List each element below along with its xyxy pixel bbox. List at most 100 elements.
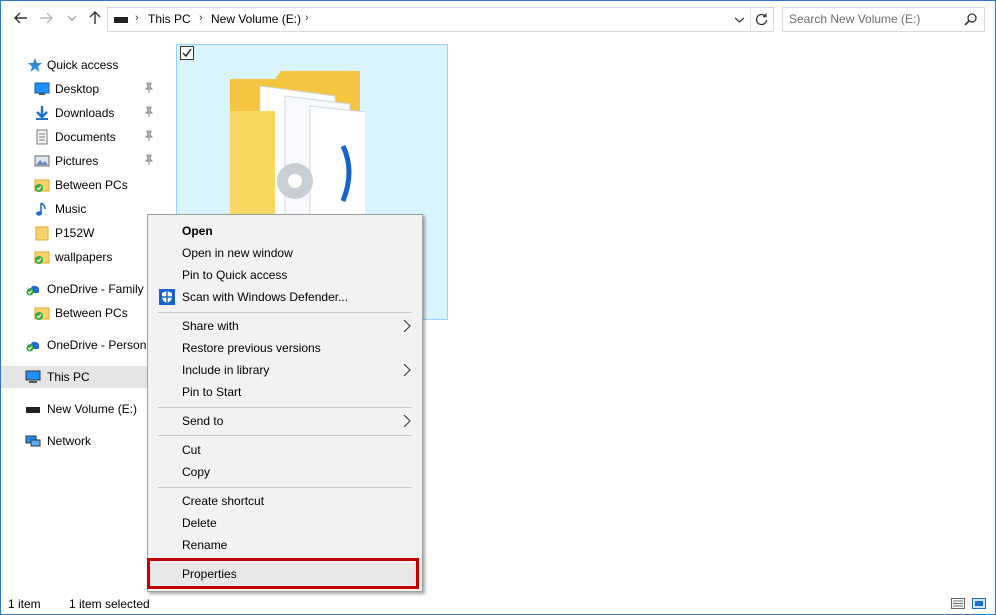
downloads-icon (36, 106, 48, 120)
menu-item-label: Create shortcut (182, 494, 265, 508)
checkmark-icon (182, 48, 192, 58)
forward-arrow-icon (40, 12, 53, 24)
status-selection: 1 item selected (69, 597, 150, 611)
menu-item-rename[interactable]: Rename (148, 534, 422, 556)
chevron-right-icon (403, 364, 411, 376)
nav-onedrive-personal[interactable]: OneDrive - Persona (1, 334, 161, 356)
nav-label: Pictures (55, 154, 99, 168)
nav-item-downloads[interactable]: Downloads (1, 102, 161, 124)
nav-item-music[interactable]: Music (1, 198, 161, 220)
menu-item-label: Include in library (182, 363, 270, 377)
nav-item-documents[interactable]: Documents (1, 126, 161, 148)
breadcrumb-new-volume[interactable]: New Volume (E:) (211, 12, 301, 26)
menu-separator (158, 435, 412, 436)
breadcrumb-separator[interactable]: › (135, 12, 139, 24)
menu-item-copy[interactable]: Copy (148, 461, 422, 483)
nav-label: OneDrive - Family (47, 282, 144, 296)
synced-folder-icon (34, 307, 50, 320)
nav-label: Network (47, 434, 92, 448)
menu-item-label: Open (182, 224, 213, 238)
menu-separator (158, 407, 412, 408)
back-button[interactable] (13, 10, 29, 26)
status-item-count: 1 item (8, 597, 41, 611)
nav-item-wallpapers[interactable]: wallpapers (1, 246, 161, 268)
menu-item-label: Pin to Start (182, 385, 242, 399)
up-button[interactable] (87, 10, 103, 26)
large-icons-view-icon[interactable] (972, 598, 986, 609)
back-arrow-icon (14, 12, 27, 24)
search-input[interactable] (789, 11, 959, 27)
breadcrumb-this-pc[interactable]: This PC (148, 12, 191, 26)
recent-locations-button[interactable] (64, 10, 80, 26)
pictures-icon (34, 155, 50, 167)
nav-item-p152w[interactable]: P152W (1, 222, 161, 244)
onedrive-icon (26, 341, 40, 352)
nav-label: Quick access (47, 58, 119, 72)
synced-folder-icon (34, 251, 50, 264)
drive-icon (114, 17, 128, 23)
menu-item-delete[interactable]: Delete (148, 512, 422, 534)
nav-label: This PC (47, 370, 90, 384)
menu-item-pin-quick-access[interactable]: Pin to Quick access (148, 264, 422, 286)
desktop-icon (34, 82, 50, 95)
menu-item-label: Scan with Windows Defender... (182, 290, 349, 304)
pin-icon[interactable] (144, 82, 154, 94)
explorer-window: › This PC › New Volume (E:) › Quick acce… (0, 0, 996, 615)
nav-onedrive-family-between-pcs[interactable]: Between PCs (1, 302, 161, 324)
nav-item-pictures[interactable]: Pictures (1, 150, 161, 172)
menu-item-create-shortcut[interactable]: Create shortcut (148, 490, 422, 512)
nav-label: Documents (55, 130, 116, 144)
details-view-icon[interactable] (951, 598, 965, 609)
menu-item-open[interactable]: Open (148, 220, 422, 242)
menu-item-label: Delete (182, 516, 217, 530)
breadcrumb-separator[interactable]: › (199, 12, 203, 24)
search-box[interactable] (782, 7, 985, 32)
network-icon (25, 435, 41, 447)
menu-item-label: Open in new window (182, 246, 293, 260)
forward-button[interactable] (38, 10, 54, 26)
menu-item-send-to[interactable]: Send to (148, 410, 422, 432)
menu-item-pin-start[interactable]: Pin to Start (148, 381, 422, 403)
menu-item-label: Rename (182, 538, 228, 552)
nav-label: New Volume (E:) (47, 402, 138, 416)
nav-item-between-pcs[interactable]: Between PCs (1, 174, 161, 196)
menu-item-share-with[interactable]: Share with (148, 315, 422, 337)
menu-item-cut[interactable]: Cut (148, 439, 422, 461)
context-menu: Open Open in new window Pin to Quick acc… (147, 214, 423, 592)
item-checkbox[interactable] (180, 46, 194, 60)
properties-highlight-box (147, 558, 419, 589)
status-bar: 1 item 1 item selected (1, 593, 995, 614)
menu-separator (158, 487, 412, 488)
folder-icon (35, 226, 49, 241)
nav-new-volume[interactable]: New Volume (E:) (1, 398, 161, 420)
chevron-down-icon (735, 17, 744, 23)
star-icon (28, 58, 42, 72)
address-bar[interactable]: › This PC › New Volume (E:) › (107, 7, 774, 32)
menu-item-label: Copy (182, 465, 211, 479)
nav-label: wallpapers (55, 250, 113, 264)
nav-quick-access[interactable]: Quick access (1, 54, 161, 76)
pin-icon[interactable] (144, 106, 154, 118)
nav-label: Between PCs (55, 306, 128, 320)
pin-icon[interactable] (144, 130, 154, 142)
menu-item-scan-defender[interactable]: Scan with Windows Defender... (148, 286, 422, 308)
search-icon[interactable] (964, 13, 977, 26)
windows-defender-icon (159, 289, 175, 305)
nav-label: Downloads (55, 106, 115, 120)
onedrive-icon (26, 285, 40, 296)
chevron-right-icon (403, 415, 411, 427)
menu-item-include-library[interactable]: Include in library (148, 359, 422, 381)
refresh-icon[interactable] (755, 13, 768, 26)
nav-item-desktop[interactable]: Desktop (1, 78, 161, 100)
divider (750, 8, 751, 31)
nav-network[interactable]: Network (1, 430, 161, 452)
chevron-down-icon (68, 15, 76, 21)
pin-icon[interactable] (144, 154, 154, 166)
chevron-right-icon (403, 320, 411, 332)
menu-item-open-new-window[interactable]: Open in new window (148, 242, 422, 264)
computer-icon (25, 370, 41, 383)
breadcrumb-separator[interactable]: › (305, 12, 309, 24)
nav-onedrive-family[interactable]: OneDrive - Family (1, 278, 161, 300)
menu-item-restore-versions[interactable]: Restore previous versions (148, 337, 422, 359)
address-row: › This PC › New Volume (E:) › (1, 1, 995, 37)
